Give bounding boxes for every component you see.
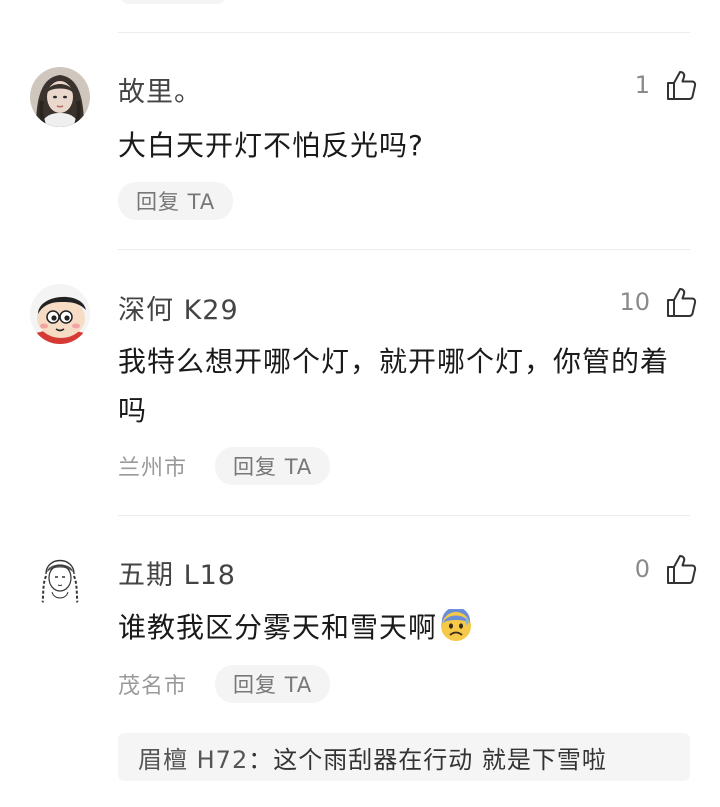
location-label: 兰州市 <box>118 456 188 481</box>
divider <box>118 32 690 33</box>
like-button[interactable]: 0 <box>635 552 698 586</box>
sub-reply-separator: ： <box>248 745 274 774</box>
comment-text-body: 谁教我区分雾天和雪天啊 <box>118 611 438 644</box>
like-button[interactable]: 10 <box>619 285 698 319</box>
reply-button[interactable]: 回复 TA <box>215 447 331 485</box>
sketch-girl-avatar-icon <box>30 548 90 608</box>
username[interactable]: 深何 K29 <box>118 288 239 327</box>
comment-meta: 茂名市 回复 TA <box>118 665 331 703</box>
previous-reply-button[interactable] <box>118 0 228 4</box>
comment-meta: 兰州市 回复 TA <box>118 447 331 485</box>
reply-button[interactable]: 回复 TA <box>215 665 331 703</box>
thumbs-up-icon[interactable] <box>664 68 698 102</box>
location-label: 茂名市 <box>118 674 188 699</box>
like-count: 10 <box>619 288 650 316</box>
cartoon-boy-avatar-icon <box>30 284 90 344</box>
reply-button[interactable]: 回复 TA <box>118 182 234 220</box>
divider <box>118 249 690 250</box>
username[interactable]: 故里。 <box>118 70 202 109</box>
avatar[interactable] <box>30 548 90 608</box>
avatar[interactable] <box>30 67 90 127</box>
girl-photo-avatar-icon <box>30 67 90 127</box>
thumbs-up-icon[interactable] <box>664 285 698 319</box>
username[interactable]: 五期 L18 <box>118 553 236 592</box>
sub-reply-preview[interactable]: 眉檀 H72：这个雨刮器在行动 就是下雪啦 <box>118 733 690 781</box>
sub-reply-text: 这个雨刮器在行动 就是下雪啦 <box>273 745 607 774</box>
anxious-sweat-face-emoji-icon <box>439 607 473 658</box>
comment-text: 大白天开灯不怕反光吗? <box>118 129 424 162</box>
sub-reply-username[interactable]: 眉檀 H72 <box>138 740 248 775</box>
like-button[interactable]: 1 <box>635 68 698 102</box>
divider <box>118 515 690 516</box>
avatar[interactable] <box>30 284 90 344</box>
comment-meta: 回复 TA <box>118 182 234 220</box>
comment-text: 谁教我区分雾天和雪天啊 <box>118 603 690 658</box>
comment-text: 我特么想开哪个灯，就开哪个灯，你管的着吗 <box>118 345 670 427</box>
like-count: 1 <box>634 71 650 99</box>
like-count: 0 <box>634 555 650 583</box>
thumbs-up-icon[interactable] <box>664 552 698 586</box>
